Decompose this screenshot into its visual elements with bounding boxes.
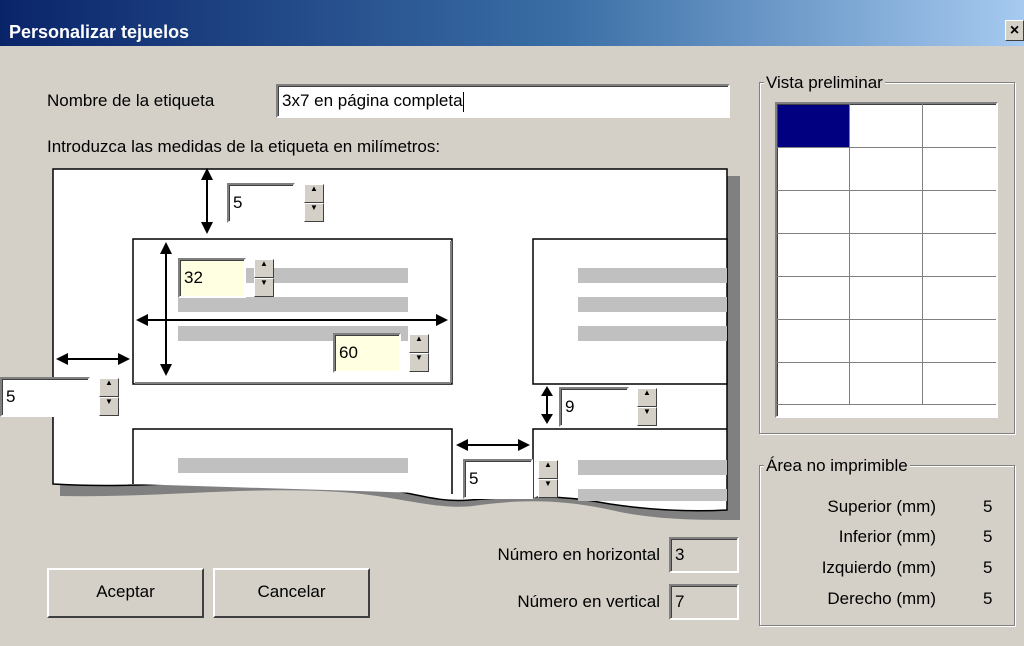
- left-margin-spinner[interactable]: ▲ ▼: [99, 378, 119, 416]
- horizontal-count-field: 3: [669, 537, 739, 573]
- vertical-count-field: 7: [669, 584, 739, 620]
- down-arrow-icon[interactable]: ▼: [99, 397, 119, 416]
- left-margin-input[interactable]: 5: [0, 377, 90, 417]
- vertical-count-label: Número en vertical: [517, 592, 660, 611]
- up-arrow-icon[interactable]: ▲: [99, 378, 119, 397]
- name-input[interactable]: 3x7 en página completa: [276, 84, 730, 118]
- preview-grid: [777, 104, 996, 405]
- right-area-value: 5: [983, 589, 993, 608]
- bottom-area-value: 5: [983, 527, 993, 546]
- label-height-input[interactable]: 32: [178, 258, 246, 298]
- preview-pane: [775, 102, 998, 418]
- down-arrow-icon[interactable]: ▼: [538, 479, 558, 498]
- horizontal-count-label: Número en horizontal: [497, 545, 660, 564]
- preview-title: Vista preliminar: [764, 73, 885, 93]
- up-arrow-icon[interactable]: ▲: [409, 334, 429, 353]
- top-margin-input[interactable]: 5: [227, 183, 295, 223]
- vertical-gap-spinner[interactable]: ▲ ▼: [637, 388, 657, 426]
- left-area-value: 5: [983, 558, 993, 577]
- right-area-label: Derecho (mm): [827, 589, 936, 608]
- window-title: Personalizar tejuelos: [9, 22, 190, 42]
- down-arrow-icon[interactable]: ▼: [254, 278, 274, 297]
- non-printable-title: Área no imprimible: [764, 456, 910, 476]
- selected-label-cell: [778, 105, 849, 147]
- up-arrow-icon[interactable]: ▲: [254, 259, 274, 278]
- up-arrow-icon[interactable]: ▲: [538, 460, 558, 479]
- down-arrow-icon[interactable]: ▼: [409, 353, 429, 372]
- horizontal-gap-input[interactable]: 5: [463, 459, 533, 499]
- name-label: Nombre de la etiqueta: [47, 91, 215, 110]
- top-area-value: 5: [983, 497, 993, 516]
- down-arrow-icon[interactable]: ▼: [637, 407, 657, 426]
- close-icon: ×: [1009, 22, 1020, 39]
- top-margin-spinner[interactable]: ▲ ▼: [304, 184, 324, 222]
- title-bar: Personalizar tejuelos ×: [0, 0, 1024, 46]
- up-arrow-icon[interactable]: ▲: [304, 184, 324, 203]
- horizontal-gap-spinner[interactable]: ▲ ▼: [538, 460, 558, 498]
- cancel-button[interactable]: Cancelar: [213, 568, 370, 618]
- bottom-area-label: Inferior (mm): [838, 527, 936, 546]
- measures-instruction: Introduzca las medidas de la etiqueta en…: [47, 137, 441, 156]
- label-width-spinner[interactable]: ▲ ▼: [409, 334, 429, 372]
- left-area-label: Izquierdo (mm): [821, 558, 936, 577]
- top-area-label: Superior (mm): [827, 497, 936, 516]
- accept-button[interactable]: Aceptar: [47, 568, 204, 618]
- label-height-spinner[interactable]: ▲ ▼: [254, 259, 274, 297]
- up-arrow-icon[interactable]: ▲: [637, 388, 657, 407]
- vertical-gap-input[interactable]: 9: [559, 387, 629, 427]
- close-button[interactable]: ×: [1005, 20, 1024, 41]
- label-width-input[interactable]: 60: [333, 333, 401, 373]
- down-arrow-icon[interactable]: ▼: [304, 203, 324, 222]
